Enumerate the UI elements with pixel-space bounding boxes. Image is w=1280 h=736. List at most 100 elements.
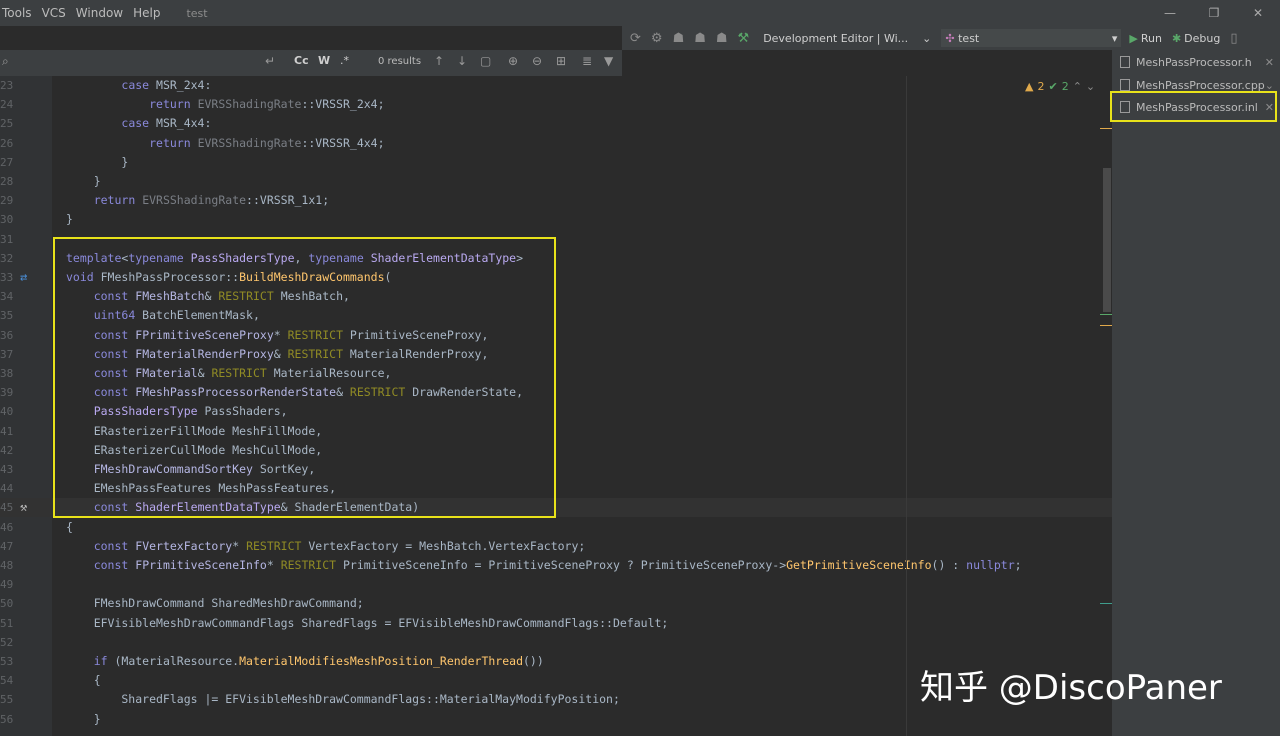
new-line-icon[interactable]: ↵ [265, 54, 275, 68]
code-line[interactable]: 23 case MSR_2x4: [0, 76, 1112, 95]
menu-vcs[interactable]: VCS [42, 6, 66, 20]
target-label: test [958, 31, 980, 45]
warning-marker[interactable] [1100, 325, 1112, 326]
line-number: 44 [0, 482, 14, 496]
code-text: return EVRSShadingRate::VRSSR_4x4; [149, 135, 385, 150]
add-selection-icon[interactable]: ⊕ [508, 54, 518, 68]
line-number: 45 [0, 501, 14, 515]
filter-results-icon[interactable]: ≣ [582, 54, 592, 68]
memory-icon[interactable]: ☗ [694, 31, 706, 46]
regex-toggle[interactable]: .* [340, 54, 349, 67]
line-number: 52 [0, 635, 14, 649]
code-text: } [66, 711, 101, 726]
show-in-find-window-icon[interactable]: ▢ [480, 54, 491, 68]
line-number: 33 [0, 271, 14, 284]
chevron-up-icon[interactable]: ⌃ [1073, 80, 1082, 93]
line-number: 31 [0, 232, 14, 246]
code-line[interactable]: 52 [0, 633, 1112, 652]
code-text: const FPrimitiveSceneInfo* RESTRICT Prim… [93, 558, 1022, 572]
menu-window[interactable]: Window [76, 6, 123, 20]
code-line[interactable]: 50 FMeshDrawCommand SharedMeshDrawComman… [0, 594, 1112, 613]
warning-marker[interactable] [1100, 128, 1112, 129]
line-number: 54 [0, 674, 14, 688]
next-occurrence-icon[interactable]: ↓ [457, 54, 467, 68]
line-number: 25 [0, 117, 14, 131]
menu-help[interactable]: Help [133, 6, 160, 20]
run-label: Run [1140, 31, 1162, 45]
code-text: EFVisibleMeshDrawCommandFlags SharedFlag… [66, 615, 669, 630]
code-line[interactable]: 48 const FPrimitiveSceneInfo* RESTRICT P… [0, 556, 1112, 575]
bug-icon: ✱ [1171, 31, 1182, 45]
line-number: 41 [0, 424, 14, 438]
menu-bar: Tools VCS Window Help test — ❐ ✕ [0, 0, 1280, 26]
hammer-icon[interactable]: ⚒ [20, 498, 27, 517]
code-text: FMeshDrawCommand SharedMeshDrawCommand; [66, 596, 364, 611]
build-hammer-icon[interactable]: ⚒ [738, 31, 750, 46]
filter-icon[interactable]: ▼ [604, 54, 613, 68]
line-number: 40 [0, 405, 14, 419]
highlight-box [53, 237, 556, 518]
debug-label: Debug [1184, 31, 1221, 45]
line-number: 49 [0, 578, 14, 592]
settings-icon[interactable]: ⚙ [651, 31, 663, 46]
match-case-toggle[interactable]: Cc [294, 54, 309, 67]
code-text: const FVertexFactory* RESTRICT VertexFac… [93, 538, 586, 553]
inspection-widget[interactable]: ▲ 2 ✔ 2 ⌃ ⌄ [1025, 80, 1095, 93]
code-line[interactable]: 51 EFVisibleMeshDrawCommandFlags SharedF… [0, 614, 1112, 633]
line-number: 29 [0, 194, 14, 208]
tab-meshpassprocessor-h[interactable]: MeshPassProcessor.h [1120, 51, 1252, 73]
file-icon [1120, 79, 1130, 91]
coverage-icon[interactable]: ☗ [716, 31, 728, 46]
previous-occurrence-icon[interactable]: ↑ [434, 54, 444, 68]
close-icon[interactable]: ✕ [1236, 0, 1280, 26]
line-number: 26 [0, 136, 14, 150]
code-line[interactable]: 56 } [0, 710, 1112, 729]
whole-word-toggle[interactable]: W [318, 54, 330, 67]
line-number: 38 [0, 367, 14, 380]
tab-label: MeshPassProcessor.cpp [1136, 78, 1265, 92]
warning-count: 2 [1037, 80, 1045, 93]
configuration-selector[interactable]: Development Editor | Wi... ⌄ [759, 29, 935, 47]
ok-count: 2 [1061, 80, 1069, 93]
code-line[interactable]: 24 return EVRSShadingRate::VRSSR_2x4; [0, 95, 1112, 114]
profiler-icon[interactable]: ☗ [673, 31, 685, 46]
line-number: 47 [0, 539, 14, 553]
code-text: { [66, 673, 101, 688]
code-text: SharedFlags |= EFVisibleMeshDrawCommandF… [66, 692, 620, 707]
minimize-icon[interactable]: — [1148, 0, 1192, 26]
code-line[interactable]: 27 } [0, 153, 1112, 172]
code-line[interactable]: 30} [0, 210, 1112, 229]
implementation-gutter-icon[interactable]: ⇄ [20, 268, 27, 287]
code-line[interactable]: 29 return EVRSShadingRate::VRSSR_1x1; [0, 191, 1112, 210]
close-icon[interactable]: ✕ [1265, 56, 1274, 69]
restore-icon[interactable]: ❐ [1192, 0, 1236, 26]
code-text: if (MaterialResource.MaterialModifiesMes… [93, 654, 544, 668]
line-number: 56 [0, 712, 14, 726]
refresh-icon[interactable]: ⟳ [630, 31, 641, 46]
line-number: 34 [0, 290, 14, 304]
change-marker[interactable] [1100, 314, 1112, 315]
change-marker[interactable] [1100, 603, 1112, 604]
line-number: 55 [0, 693, 14, 707]
code-line[interactable]: 26 return EVRSShadingRate::VRSSR_4x4; [0, 134, 1112, 153]
select-all-occurrences-icon[interactable]: ⊞ [556, 54, 566, 68]
debug-button[interactable]: ✱ Debug [1172, 32, 1220, 45]
code-line[interactable]: 28 } [0, 172, 1112, 191]
target-selector[interactable]: ✣ test ▾ [941, 29, 1122, 47]
vertical-scrollbar[interactable] [1103, 168, 1111, 312]
watermark: 知乎 @DiscoPaner [920, 668, 1222, 708]
code-line[interactable]: 47 const FVertexFactory* RESTRICT Vertex… [0, 537, 1112, 556]
line-number: 42 [0, 443, 14, 457]
line-number: 27 [0, 155, 14, 169]
code-line[interactable]: 25 case MSR_4x4: [0, 114, 1112, 133]
code-line[interactable]: 49 [0, 575, 1112, 594]
stop-icon[interactable]: ▯ [1230, 31, 1237, 46]
chevron-down-icon[interactable]: ⌄ [1086, 80, 1095, 93]
editor-tabs-panel: MeshPassProcessor.h MeshPassProcessor.cp… [1112, 50, 1280, 736]
run-button[interactable]: ▶ Run [1129, 32, 1162, 45]
menu-tools[interactable]: Tools [2, 6, 32, 20]
line-number: 39 [0, 386, 14, 400]
remove-selection-icon[interactable]: ⊖ [532, 54, 542, 68]
code-text: } [66, 154, 129, 169]
code-line[interactable]: 46 { [0, 518, 1112, 537]
